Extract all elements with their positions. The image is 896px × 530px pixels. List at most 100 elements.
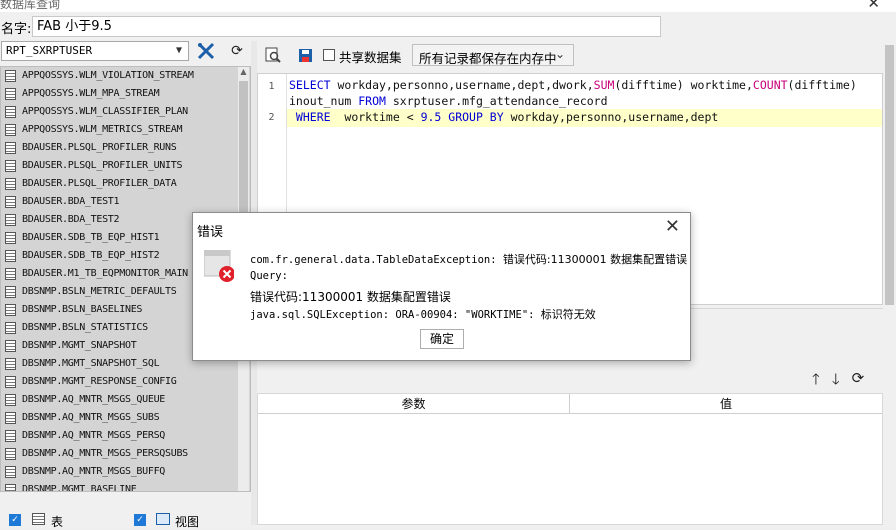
table-icon: [5, 358, 16, 370]
table-list-item[interactable]: APPQOSSYS.WLM_CLASSIFIER_PLAN: [1, 103, 239, 121]
ok-button[interactable]: 确定: [420, 329, 464, 349]
table-name: APPQOSSYS.WLM_CLASSIFIER_PLAN: [22, 106, 188, 117]
arrow-down-icon[interactable]: 🡓: [832, 369, 840, 389]
error-message-line: com.fr.general.data.TableDataException: …: [250, 251, 687, 267]
table-list-item[interactable]: BDAUSER.PLSQL_PROFILER_RUNS: [1, 139, 239, 157]
sql-line-1-wrap: inout_num FROM sxrptuser.mfg_attendance_…: [289, 94, 608, 108]
error-query-label: Query:: [250, 270, 288, 282]
table-list-item[interactable]: APPQOSSYS.WLM_VIOLATION_STREAM: [1, 67, 239, 85]
table-list-item[interactable]: DBSNMP.AQ_MNTR_MSGS_PERSQ: [1, 427, 239, 445]
table-icon: [5, 340, 16, 352]
table-icon: [5, 412, 16, 424]
table-icon: [5, 304, 16, 316]
table-icon: [32, 513, 45, 525]
table-type-filter: ✓ 表 ✓ 视图: [0, 510, 256, 529]
table-icon: [5, 142, 16, 154]
table-list-item[interactable]: APPQOSSYS.WLM_MPA_STREAM: [1, 85, 239, 103]
database-select[interactable]: RPT_SXRPTUSER ▼: [1, 41, 189, 61]
line-number: 1: [268, 81, 275, 92]
table-name: DBSNMP.BSLN_STATISTICS: [22, 322, 148, 333]
table-icon: [5, 232, 16, 244]
table-icon: [5, 124, 16, 136]
error-class: com.fr.general.data.TableDataException:: [250, 254, 503, 266]
table-list-item[interactable]: BDAUSER.BDA_TEST1: [1, 193, 239, 211]
table-name: APPQOSSYS.WLM_VIOLATION_STREAM: [22, 70, 194, 81]
table-icon: [5, 214, 16, 226]
table-icon: [5, 196, 16, 208]
table-name: DBSNMP.MGMT_SNAPSHOT: [22, 340, 137, 351]
table-name: BDAUSER.M1_TB_EQPMONITOR_MAIN: [22, 268, 188, 279]
sql-text: (difftime): [787, 78, 857, 92]
table-icon: [5, 250, 16, 262]
close-icon[interactable]: ✕: [665, 216, 680, 237]
sql-keyword: GROUP BY: [441, 110, 504, 124]
table-name: BDAUSER.SDB_TB_EQP_HIST2: [22, 250, 160, 261]
table-name: BDAUSER.BDA_TEST1: [22, 196, 120, 207]
table-icon: [5, 430, 16, 442]
table-icon: [5, 88, 16, 100]
table-list-item[interactable]: DBSNMP.MGMT_BASELINE: [1, 481, 239, 491]
view-checkbox[interactable]: ✓: [134, 514, 146, 526]
view-icon: [156, 513, 170, 525]
sql-function: SUM: [593, 78, 615, 92]
table-icon: [5, 178, 16, 190]
memory-mode-select[interactable]: 所有记录都保存在内存中 ⌄: [412, 44, 574, 66]
window-close-icon[interactable]: ✕: [867, 0, 880, 12]
error-code-line: 错误代码:11300001 数据集配置错误: [250, 290, 451, 304]
chevron-down-icon[interactable]: ⌄: [555, 47, 565, 61]
name-input[interactable]: FAB 小于9.5: [32, 16, 661, 37]
table-list-item[interactable]: DBSNMP.AQ_MNTR_MSGS_BUFFQ: [1, 463, 239, 481]
table-name: BDAUSER.BDA_TEST2: [22, 214, 120, 225]
sql-number: 9.5: [420, 110, 442, 124]
wrench-screwdriver-icon[interactable]: [195, 40, 217, 62]
table-list-item[interactable]: BDAUSER.PLSQL_PROFILER_UNITS: [1, 157, 239, 175]
table-name: DBSNMP.AQ_MNTR_MSGS_QUEUE: [22, 394, 166, 405]
parameter-table-header: 参数 值: [258, 394, 882, 414]
table-list-item[interactable]: DBSNMP.MGMT_RESPONSE_CONFIG: [1, 373, 239, 391]
column-header-param[interactable]: 参数: [258, 394, 570, 414]
dialog-title: 错误: [197, 225, 224, 240]
sql-text: worktime <: [330, 110, 421, 124]
table-icon: [5, 106, 16, 118]
table-icon: [5, 286, 16, 298]
table-name: DBSNMP.BSLN_METRIC_DEFAULTS: [22, 286, 177, 297]
table-label: 表: [51, 515, 64, 529]
table-icon: [5, 394, 16, 406]
refresh-icon[interactable]: ⟳: [226, 40, 248, 62]
table-icon: [5, 268, 16, 280]
sql-text: inout_num: [289, 94, 359, 108]
table-list-item[interactable]: DBSNMP.AQ_MNTR_MSGS_QUEUE: [1, 391, 239, 409]
share-dataset-checkbox[interactable]: [323, 49, 335, 61]
table-name: DBSNMP.MGMT_RESPONSE_CONFIG: [22, 376, 177, 387]
table-icon: [5, 466, 16, 478]
column-header-value[interactable]: 值: [570, 394, 882, 414]
name-label: 名字:: [1, 22, 32, 37]
table-checkbox[interactable]: ✓: [9, 514, 21, 526]
window-title: 数据库查询: [0, 0, 61, 11]
preview-icon[interactable]: [262, 44, 284, 66]
table-name: DBSNMP.AQ_MNTR_MSGS_PERSQ: [22, 430, 166, 441]
scroll-up-icon[interactable]: ▲: [238, 67, 249, 79]
table-list-item[interactable]: DBSNMP.AQ_MNTR_MSGS_SUBS: [1, 409, 239, 427]
table-list-item[interactable]: APPQOSSYS.WLM_METRICS_STREAM: [1, 121, 239, 139]
chevron-down-icon[interactable]: ▼: [170, 42, 188, 60]
table-name: DBSNMP.AQ_MNTR_MSGS_PERSQSUBS: [22, 448, 188, 459]
sql-exception: java.sql.SQLException: ORA-00904: "WORKT…: [250, 309, 541, 321]
share-dataset-label: 共享数据集: [339, 50, 402, 65]
save-icon[interactable]: [294, 44, 316, 66]
arrow-up-icon[interactable]: 🡑: [812, 369, 820, 389]
table-name: BDAUSER.PLSQL_PROFILER_UNITS: [22, 160, 183, 171]
table-list-item[interactable]: DBSNMP.AQ_MNTR_MSGS_PERSQSUBS: [1, 445, 239, 463]
sql-line-1: SELECT workday,personno,username,dept,dw…: [289, 78, 857, 92]
view-label: 视图: [175, 515, 200, 529]
refresh-icon[interactable]: ⟳: [852, 369, 865, 389]
scrollbar-thumb[interactable]: [885, 45, 894, 305]
sql-text: sxrptuser.mfg_attendance_record: [385, 94, 608, 108]
table-name: DBSNMP.MGMT_SNAPSHOT_SQL: [22, 358, 160, 369]
table-name: DBSNMP.AQ_MNTR_MSGS_BUFFQ: [22, 466, 166, 477]
table-list-item[interactable]: BDAUSER.PLSQL_PROFILER_DATA: [1, 175, 239, 193]
sql-text: (difftime) worktime,: [614, 78, 753, 92]
query-toolbar: 共享数据集 所有记录都保存在内存中 ⌄: [257, 41, 896, 69]
sql-line-2: WHERE worktime < 9.5 GROUP BY workday,pe…: [289, 110, 718, 124]
editor-scrollbar[interactable]: [883, 41, 896, 525]
